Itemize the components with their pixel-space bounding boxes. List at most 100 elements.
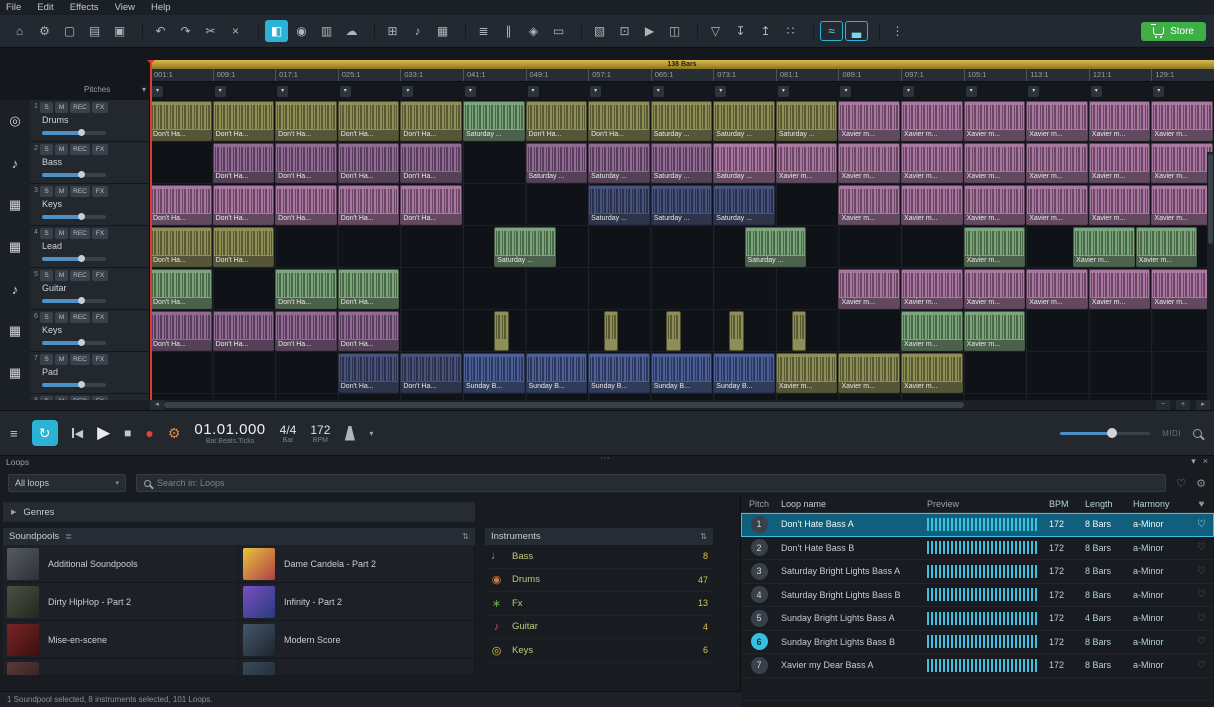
audio-clip[interactable]: Xavier m... <box>901 185 963 225</box>
pitch-badge[interactable]: 7 <box>751 657 768 674</box>
level-meter-button[interactable]: ∥ <box>497 20 520 42</box>
sort-collapse-icon[interactable]: ⇅ <box>700 532 707 541</box>
panel-undock-icon[interactable]: ▾ <box>1191 456 1196 467</box>
audio-clip[interactable]: Don't Ha... <box>150 269 212 309</box>
genres-section-toggle[interactable]: ▶ Genres <box>3 502 475 522</box>
section-dropdown-icon[interactable]: ▾ <box>152 86 163 97</box>
loop-row[interactable]: 7Xavier my Dear Bass A1728 Barsa-Minor♡ <box>741 654 1214 678</box>
filter-button[interactable]: ▽ <box>704 20 727 42</box>
audio-clip[interactable]: Xavier m... <box>776 353 838 393</box>
track-fx-button[interactable]: FX <box>92 186 108 197</box>
position-display[interactable]: 01.01.000 Bar.Beats.Ticks <box>194 421 265 445</box>
audio-clip[interactable]: Saturday ... <box>526 143 588 183</box>
column-header-length[interactable]: Length <box>1085 499 1133 509</box>
audio-clip[interactable]: Xavier m... <box>901 311 963 351</box>
loops-search-field[interactable] <box>136 474 1166 492</box>
menu-effects[interactable]: Effects <box>70 2 99 13</box>
audio-clip[interactable]: Don't Ha... <box>150 185 212 225</box>
timeline-ruler[interactable]: 001:1009:1017:1025:1033:1041:1049:1057:1… <box>150 69 1214 82</box>
video-button[interactable]: ▶ <box>638 20 661 42</box>
track-volume-slider[interactable] <box>42 341 106 345</box>
audio-clip[interactable]: Xavier m... <box>964 143 1026 183</box>
mastering-button[interactable]: ▭ <box>547 20 570 42</box>
audio-clip[interactable]: Saturday ... <box>776 101 838 141</box>
audio-clip[interactable]: Xavier m... <box>838 185 900 225</box>
grid-view-button[interactable]: ⊞ <box>381 20 404 42</box>
audio-clip[interactable]: Sunday B... <box>463 353 525 393</box>
section-dropdown-icon[interactable]: ▾ <box>215 86 226 97</box>
section-dropdown-icon[interactable]: ▾ <box>1153 86 1164 97</box>
audio-clip[interactable]: Saturday ... <box>588 185 650 225</box>
object-editor-button[interactable]: ◧ <box>265 20 288 42</box>
audio-clip[interactable]: Don't Ha... <box>275 143 337 183</box>
track-header[interactable]: ♪5SMRECFXGuitar <box>0 268 150 310</box>
loop-button[interactable]: ↻ <box>32 420 58 446</box>
soundpool-item[interactable]: Mise-en-scene <box>3 621 239 659</box>
track-volume-slider[interactable] <box>42 173 106 177</box>
section-dropdown-icon[interactable]: ▾ <box>465 86 476 97</box>
section-dropdown-icon[interactable]: ▾ <box>903 86 914 97</box>
menu-help[interactable]: Help <box>151 2 171 13</box>
audio-clip[interactable]: Xavier m... <box>838 353 900 393</box>
section-dropdown-icon[interactable]: ▾ <box>840 86 851 97</box>
media-folder-button[interactable]: ▥ <box>315 20 338 42</box>
cloud-import-button[interactable]: ☁ <box>340 20 363 42</box>
audio-clip[interactable]: Saturday ... <box>651 185 713 225</box>
audio-clip[interactable]: Don't Ha... <box>400 101 462 141</box>
slider-knob[interactable] <box>78 171 85 178</box>
pitch-badge[interactable]: 4 <box>751 586 768 603</box>
audio-clip[interactable]: Xavier m... <box>1151 143 1213 183</box>
track-rec-button[interactable]: REC <box>70 312 90 323</box>
horizontal-scrollbar[interactable]: ◂ − + ▸ <box>0 400 1214 410</box>
slider-knob[interactable] <box>78 339 85 346</box>
section-dropdown-icon[interactable]: ▾ <box>590 86 601 97</box>
zoom-in-button[interactable]: + <box>1176 400 1190 410</box>
media-pool-button[interactable]: ▧ <box>588 20 611 42</box>
track-header[interactable]: ♪2SMRECFXBass <box>0 142 150 184</box>
track-s-button[interactable]: S <box>40 228 53 239</box>
audio-clip[interactable]: Don't Ha... <box>400 353 462 393</box>
audio-clip[interactable]: Xavier m... <box>964 227 1026 267</box>
track-rec-button[interactable]: REC <box>70 228 90 239</box>
section-dropdown-icon[interactable]: ▾ <box>528 86 539 97</box>
loop-preview[interactable] <box>927 588 1037 601</box>
scroll-left-button[interactable]: ◂ <box>150 400 164 410</box>
settings-button[interactable]: ⚙ <box>33 20 56 42</box>
time-signature-display[interactable]: 4/4 Bar <box>280 423 297 444</box>
track-rec-button[interactable]: REC <box>70 354 90 365</box>
pitch-badge[interactable]: 6 <box>751 633 768 650</box>
track-header[interactable]: ▦7SMRECFXPad <box>0 352 150 394</box>
audio-clip[interactable]: Don't Ha... <box>338 269 400 309</box>
pitch-badge[interactable]: 1 <box>751 516 768 533</box>
audio-clip[interactable]: Sunday B... <box>651 353 713 393</box>
metronome-icon[interactable] <box>344 426 355 441</box>
redo-button[interactable]: ↷ <box>174 20 197 42</box>
audio-clip[interactable]: Don't Ha... <box>275 311 337 351</box>
playhead[interactable] <box>150 60 152 400</box>
track-rec-button[interactable]: REC <box>70 144 90 155</box>
soundpool-item[interactable]: Additional Soundpools <box>3 545 239 583</box>
favorite-icon[interactable]: ♡ <box>1189 636 1214 647</box>
track-m-button[interactable]: M <box>55 270 68 281</box>
audio-clip[interactable]: Xavier m... <box>964 185 1026 225</box>
metronome-dropdown-icon[interactable]: ▾ <box>369 429 373 438</box>
audio-clip[interactable]: Saturday ... <box>713 101 775 141</box>
loop-preview[interactable] <box>927 518 1037 531</box>
track-s-button[interactable]: S <box>40 102 53 113</box>
audio-clip[interactable]: Xavier m... <box>1026 269 1088 309</box>
favorite-icon[interactable]: ♡ <box>1189 589 1214 600</box>
audio-clip[interactable]: Don't Ha... <box>275 269 337 309</box>
app-grid-button[interactable]: ∷ <box>779 20 802 42</box>
audio-clip[interactable] <box>494 311 509 351</box>
favorite-icon[interactable]: ♡ <box>1189 613 1214 624</box>
audio-clip[interactable]: Xavier m... <box>776 143 838 183</box>
slider-knob[interactable] <box>78 381 85 388</box>
audio-clip[interactable]: Don't Ha... <box>213 143 275 183</box>
audio-clip[interactable]: Xavier m... <box>838 143 900 183</box>
audio-clip[interactable]: Xavier m... <box>964 269 1026 309</box>
section-dropdown-icon[interactable]: ▾ <box>1028 86 1039 97</box>
master-volume-slider[interactable] <box>1060 432 1150 435</box>
soundpool-item[interactable]: Infinity - Part 2 <box>239 583 475 621</box>
search-icon[interactable] <box>1193 429 1202 438</box>
section-dropdown-icon[interactable]: ▾ <box>402 86 413 97</box>
